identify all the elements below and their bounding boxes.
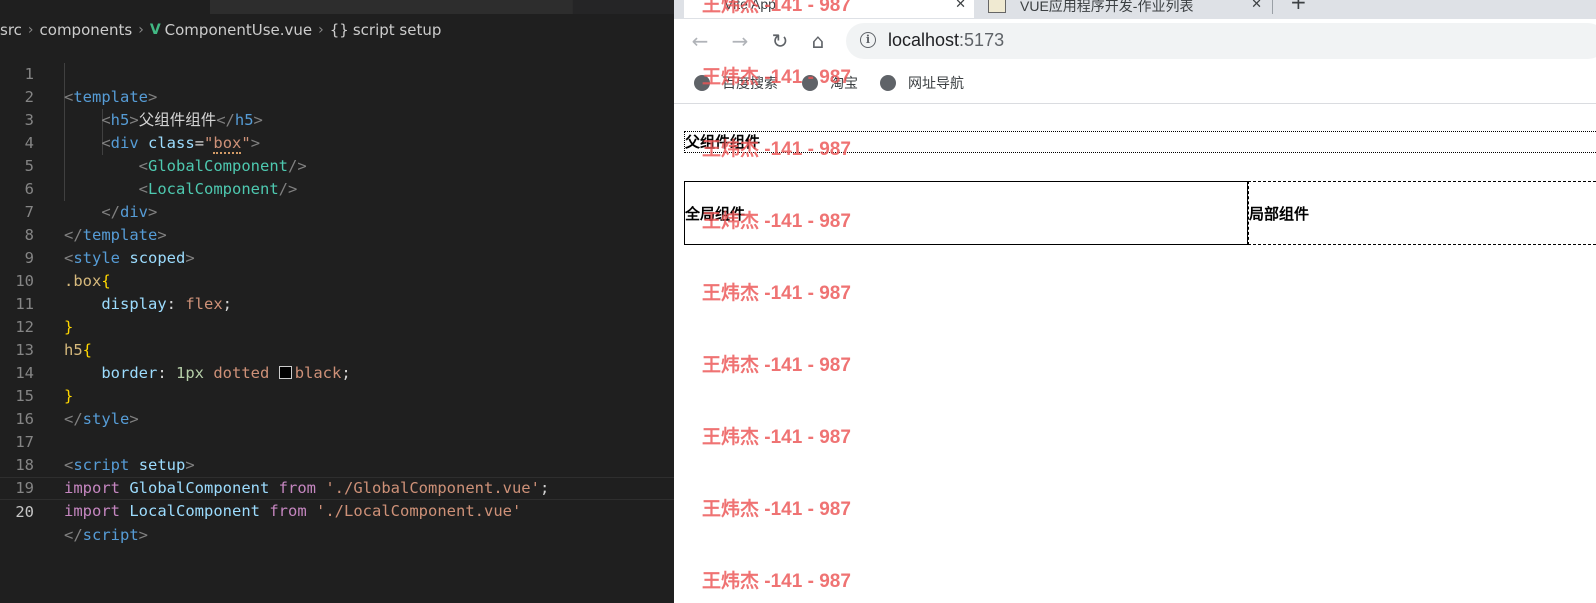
back-arrow-icon[interactable]: ← [688,29,712,53]
code-line: 4 <GlobalComponent/> [0,109,674,175]
braces-icon: {} [329,21,349,39]
browser-tab-active[interactable]: Vite App ✕ [684,0,974,18]
editor-tab-active[interactable] [0,0,211,14]
chevron-right-icon: › [318,22,324,38]
bookmark-label: 网址导航 [908,75,964,91]
parent-heading: 父组件组件 [684,131,1596,153]
home-icon[interactable]: ⌂ [806,29,830,53]
globe-icon [802,75,818,91]
vue-file-icon: V [149,22,161,38]
component-box: 全局组件 局部组件 [684,181,1596,245]
close-icon[interactable]: ✕ [1251,0,1262,12]
code-line-current: 20 </script> [0,477,674,544]
code-line: 18 import GlobalComponent from './Global… [0,431,674,497]
line-number: 20 [15,503,34,521]
globe-icon [694,75,710,91]
page-favicon-icon [988,0,1006,13]
code-line: 13 border: 1px dotted black; [0,316,674,382]
address-bar[interactable]: i localhost:5173 [846,23,1596,59]
page-content: 父组件组件 全局组件 局部组件 [674,104,1596,603]
url-text: localhost:5173 [888,30,1005,50]
local-component-label: 局部组件 [1249,205,1310,223]
browser-window: Vite App ✕ VUE应用程序开发-作业列表 ✕ + ← → ↻ ⌂ i … [674,0,1596,603]
bookmark-label: 百度搜索 [722,75,778,91]
breadcrumb-folder[interactable]: components [40,21,133,39]
bookmarks-bar: 百度搜索 淘宝 网址导航 [674,63,1596,104]
breadcrumb-file[interactable]: ComponentUse.vue [165,21,313,39]
breadcrumb-symbol[interactable]: script setup [353,21,442,39]
browser-tab-bar: Vite App ✕ VUE应用程序开发-作业列表 ✕ + [674,0,1596,19]
global-component-label: 全局组件 [685,205,746,223]
editor-tab-bar [0,0,674,14]
code-line: 15 </style> [0,362,674,428]
code-line: 6 </div> [0,155,674,221]
code-line: 5 <LocalComponent/> [0,132,674,198]
browser-toolbar: ← → ↻ ⌂ i localhost:5173 [674,19,1596,63]
code-line: 2 <h5>父组件组件</h5> [0,63,674,129]
editor-tab[interactable] [340,0,573,14]
local-component: 局部组件 [1248,181,1596,245]
code-line: 10 display: flex; [0,247,674,313]
tab-title: VUE应用程序开发-作业列表 [1020,0,1194,14]
browser-tab[interactable]: VUE应用程序开发-作业列表 ✕ [980,0,1270,18]
tab-title: Vite App [724,0,776,12]
bookmark-item[interactable]: 淘宝 [802,72,858,94]
bookmark-label: 淘宝 [830,75,858,91]
code-line: 1 <template> [0,40,674,106]
code-line: 11 } [0,270,674,336]
breadcrumb-folder[interactable]: src [0,21,22,39]
info-icon[interactable]: i [860,32,876,48]
bookmark-item[interactable]: 百度搜索 [694,72,778,94]
global-component: 全局组件 [684,181,1248,245]
code-line: 8 <style scoped> [0,201,674,267]
forward-arrow-icon[interactable]: → [728,29,752,53]
bookmark-item[interactable]: 网址导航 [880,72,964,94]
new-tab-icon[interactable]: + [1290,0,1307,14]
code-line: 12 h5{ [0,293,674,359]
close-icon[interactable]: ✕ [955,0,966,12]
code-line: 16 [0,385,674,428]
code-line: 3 <div class="box"> [0,86,674,154]
chevron-right-icon: › [27,22,34,38]
reload-icon[interactable]: ↻ [768,29,792,53]
code-line: 7 </template> [0,178,674,244]
code-line: 19 import LocalComponent from './LocalCo… [0,454,674,520]
code-editor[interactable]: src › components › V ComponentUse.vue › … [0,0,674,603]
globe-icon [880,75,896,91]
editor-tab[interactable] [210,0,341,14]
code-line: 9 .box{ [0,224,674,290]
chevron-right-icon: › [138,22,144,38]
tab-divider [1272,0,1273,14]
code-line: 14 } [0,339,674,405]
code-line: 17 <script setup> [0,408,674,474]
